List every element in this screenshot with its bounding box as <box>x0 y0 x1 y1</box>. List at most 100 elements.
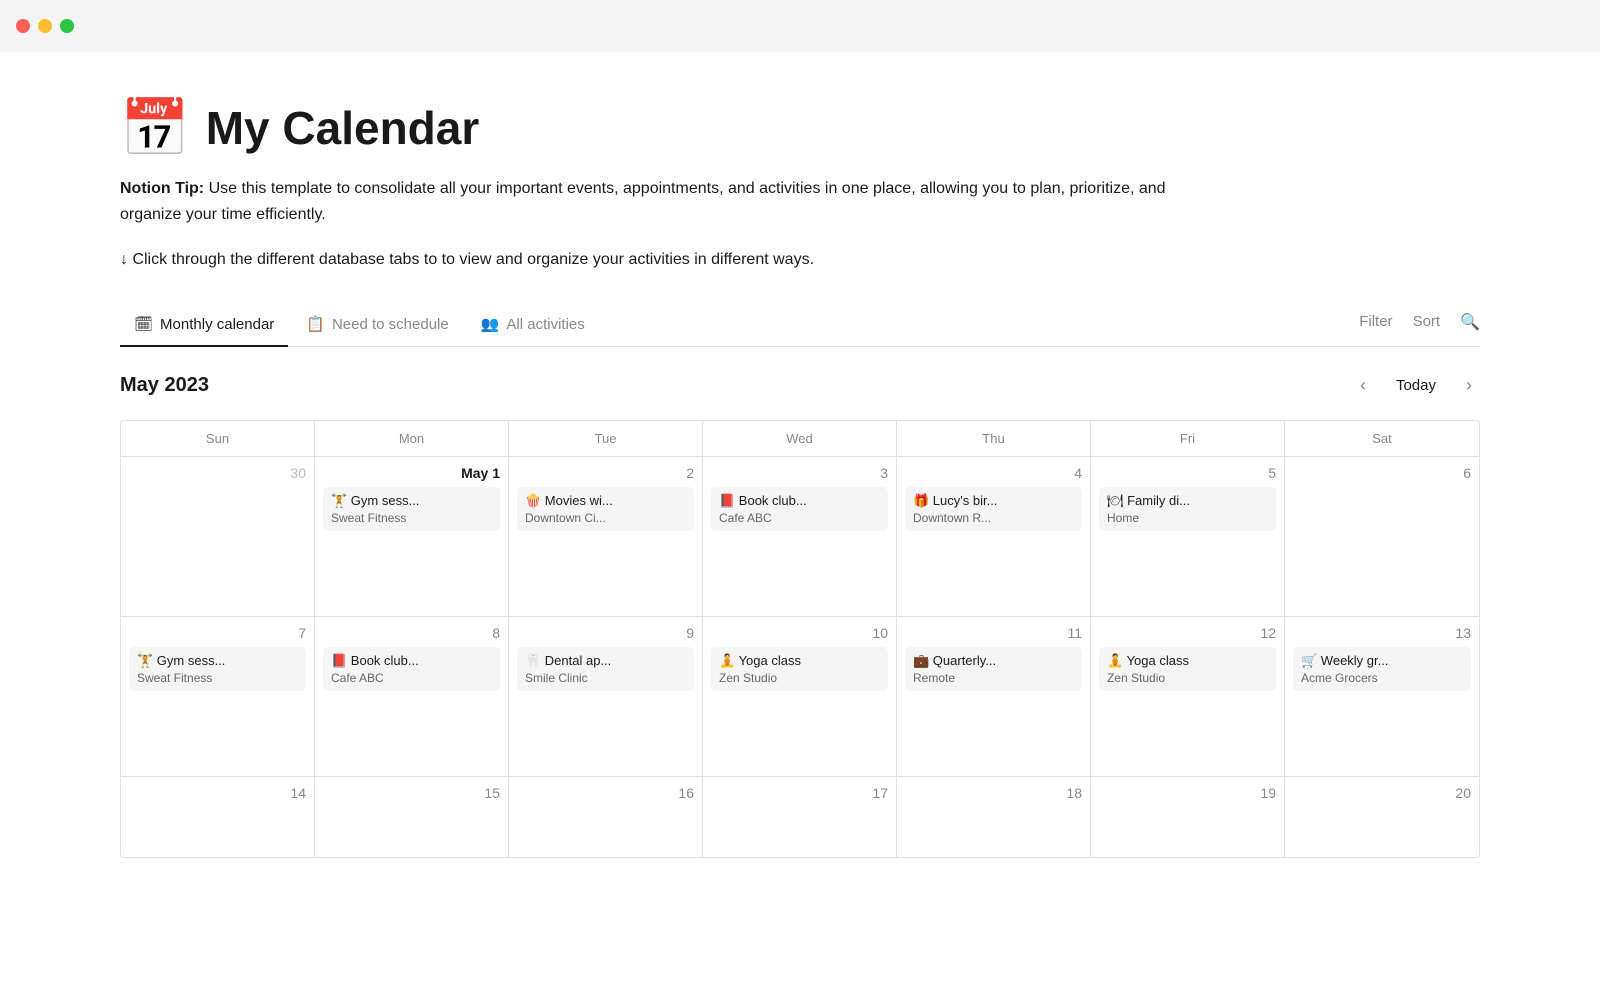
event-card[interactable]: 🍽 Family di...Home <box>1099 487 1276 531</box>
event-card[interactable]: 🎁 Lucy's bir...Downtown R... <box>905 487 1082 531</box>
tip-body: Use this template to consolidate all you… <box>120 180 1166 223</box>
calendar-day[interactable]: 4 🎁 Lucy's bir...Downtown R... <box>897 457 1091 616</box>
calendar-day[interactable]: 8 📕 Book club...Cafe ABC <box>315 617 509 776</box>
event-location: Remote <box>913 671 1074 685</box>
tab-need-to-schedule[interactable]: 📋 Need to schedule <box>292 305 462 347</box>
event-card[interactable]: 🍿 Movies wi... Downtown Ci... <box>517 487 694 531</box>
tabs-row: 🗓 Monthly calendar 📋 Need to schedule 👥 … <box>120 305 1480 347</box>
calendar-day[interactable]: 7 🏋 Gym sess...Sweat Fitness <box>121 617 315 776</box>
tip-text: Notion Tip: Use this template to consoli… <box>120 176 1220 227</box>
day-header-sat: Sat <box>1285 421 1479 456</box>
tab-monthly-calendar[interactable]: 🗓 Monthly calendar <box>120 305 288 347</box>
event-card[interactable]: 🧘 Yoga classZen Studio <box>711 647 888 691</box>
calendar-grid: Sun Mon Tue Wed Thu Fri Sat 30 May 1 🏋 Gym… <box>120 420 1480 858</box>
calendar-day[interactable]: May 1 🏋 Gym sess...Sweat Fitness <box>315 457 509 616</box>
calendar-week-1: 30 May 1 🏋 Gym sess...Sweat Fitness 2 🍿 Movi… <box>121 457 1479 617</box>
event-location: Sweat Fitness <box>137 671 298 685</box>
event-title: 📕 Book club... <box>331 653 492 669</box>
event-card[interactable]: 🛒 Weekly gr... Acme Grocers <box>1293 647 1471 691</box>
calendar-day[interactable]: 2 🍿 Movies wi... Downtown Ci... <box>509 457 703 616</box>
minimize-button[interactable] <box>38 19 52 33</box>
filter-button[interactable]: Filter <box>1359 313 1392 330</box>
calendar-section: May 2023 ‹ Today › Sun Mon Tue Wed Thu F… <box>120 347 1480 858</box>
day-headers: Sun Mon Tue Wed Thu Fri Sat <box>121 421 1479 457</box>
next-month-button[interactable]: › <box>1458 371 1480 400</box>
day-number: 17 <box>711 785 888 801</box>
event-card[interactable]: 📕 Book club...Cafe ABC <box>323 647 500 691</box>
event-location: Downtown Ci... <box>525 511 686 525</box>
event-location: Sweat Fitness <box>331 511 492 525</box>
prev-month-button[interactable]: ‹ <box>1352 371 1374 400</box>
event-location: Zen Studio <box>1107 671 1268 685</box>
day-number: 9 <box>517 625 694 641</box>
calendar-day[interactable]: 11💼 Quarterly...Remote <box>897 617 1091 776</box>
calendar-week-3: 14 15 16 17 181920 <box>121 777 1479 857</box>
event-location: Acme Grocers <box>1301 671 1463 685</box>
tabs-right: Filter Sort 🔍 <box>1359 312 1480 340</box>
calendar-weeks: 30 May 1 🏋 Gym sess...Sweat Fitness 2 🍿 Movi… <box>121 457 1479 857</box>
day-number: 30 <box>129 465 306 481</box>
day-number: 13 <box>1293 625 1471 641</box>
day-number: 6 <box>1293 465 1471 481</box>
tabs-left: 🗓 Monthly calendar 📋 Need to schedule 👥 … <box>120 305 1359 346</box>
calendar-week-2: 7 🏋 Gym sess...Sweat Fitness 8 📕 Book club.… <box>121 617 1479 777</box>
event-card[interactable]: 🧘 Yoga classZen Studio <box>1099 647 1276 691</box>
calendar-day[interactable]: 20 <box>1285 777 1479 857</box>
clipboard-icon: 📋 <box>306 315 325 333</box>
calendar-day[interactable]: 13 🛒 Weekly gr... Acme Grocers <box>1285 617 1479 776</box>
day-header-tue: Tue <box>509 421 703 456</box>
day-header-sun: Sun <box>121 421 315 456</box>
calendar-day[interactable]: 9 🦷 Dental ap...Smile Clinic <box>509 617 703 776</box>
day-number: 10 <box>711 625 888 641</box>
event-title: 📕 Book club... <box>719 493 880 509</box>
calendar-day[interactable]: 30 <box>121 457 315 616</box>
day-number: 14 <box>129 785 306 801</box>
event-title: 🍽 Family di... <box>1107 493 1268 509</box>
day-number: 7 <box>129 625 306 641</box>
day-header-thu: Thu <box>897 421 1091 456</box>
day-number: May 1 <box>323 465 500 481</box>
calendar-day[interactable]: 10 🧘 Yoga classZen Studio <box>703 617 897 776</box>
event-title: 🛒 Weekly gr... <box>1301 653 1463 669</box>
hint-text: ↓ Click through the different database t… <box>120 251 1480 269</box>
page-title: My Calendar <box>206 101 480 155</box>
maximize-button[interactable] <box>60 19 74 33</box>
calendar-day[interactable]: 19 <box>1091 777 1285 857</box>
day-header-mon: Mon <box>315 421 509 456</box>
sort-button[interactable]: Sort <box>1413 313 1441 330</box>
calendar-nav: May 2023 ‹ Today › <box>120 371 1480 400</box>
tab-all-activities[interactable]: 👥 All activities <box>467 305 599 347</box>
day-number: 2 <box>517 465 694 481</box>
event-card[interactable]: 🏋 Gym sess...Sweat Fitness <box>323 487 500 531</box>
event-card[interactable]: 💼 Quarterly...Remote <box>905 647 1082 691</box>
calendar-day[interactable]: 12 🧘 Yoga classZen Studio <box>1091 617 1285 776</box>
day-number: 8 <box>323 625 500 641</box>
tip-label: Notion Tip: <box>120 180 204 197</box>
close-button[interactable] <box>16 19 30 33</box>
calendar-day[interactable]: 3📕 Book club...Cafe ABC <box>703 457 897 616</box>
day-number: 12 <box>1099 625 1276 641</box>
event-card[interactable]: 📕 Book club...Cafe ABC <box>711 487 888 531</box>
page-icon: 📅 <box>120 100 190 156</box>
event-location: Downtown R... <box>913 511 1074 525</box>
event-card[interactable]: 🦷 Dental ap...Smile Clinic <box>517 647 694 691</box>
calendar-day[interactable]: 18 <box>897 777 1091 857</box>
day-number: 4 <box>905 465 1082 481</box>
calendar-day[interactable]: 5 🍽 Family di...Home <box>1091 457 1285 616</box>
calendar-month: May 2023 <box>120 374 209 397</box>
day-number: 5 <box>1099 465 1276 481</box>
search-icon[interactable]: 🔍 <box>1460 312 1480 332</box>
today-button[interactable]: Today <box>1386 373 1446 398</box>
event-title: 🍿 Movies wi... <box>525 493 686 509</box>
event-title: 🧘 Yoga class <box>719 653 880 669</box>
event-title: 🦷 Dental ap... <box>525 653 686 669</box>
calendar-day[interactable]: 17 <box>703 777 897 857</box>
calendar-day[interactable]: 14 <box>121 777 315 857</box>
calendar-day[interactable]: 16 <box>509 777 703 857</box>
calendar-day[interactable]: 15 <box>315 777 509 857</box>
tab-schedule-label: Need to schedule <box>332 316 449 333</box>
calendar-day[interactable]: 6 <box>1285 457 1479 616</box>
tab-monthly-label: Monthly calendar <box>160 316 274 333</box>
event-card[interactable]: 🏋 Gym sess...Sweat Fitness <box>129 647 306 691</box>
day-number: 15 <box>323 785 500 801</box>
